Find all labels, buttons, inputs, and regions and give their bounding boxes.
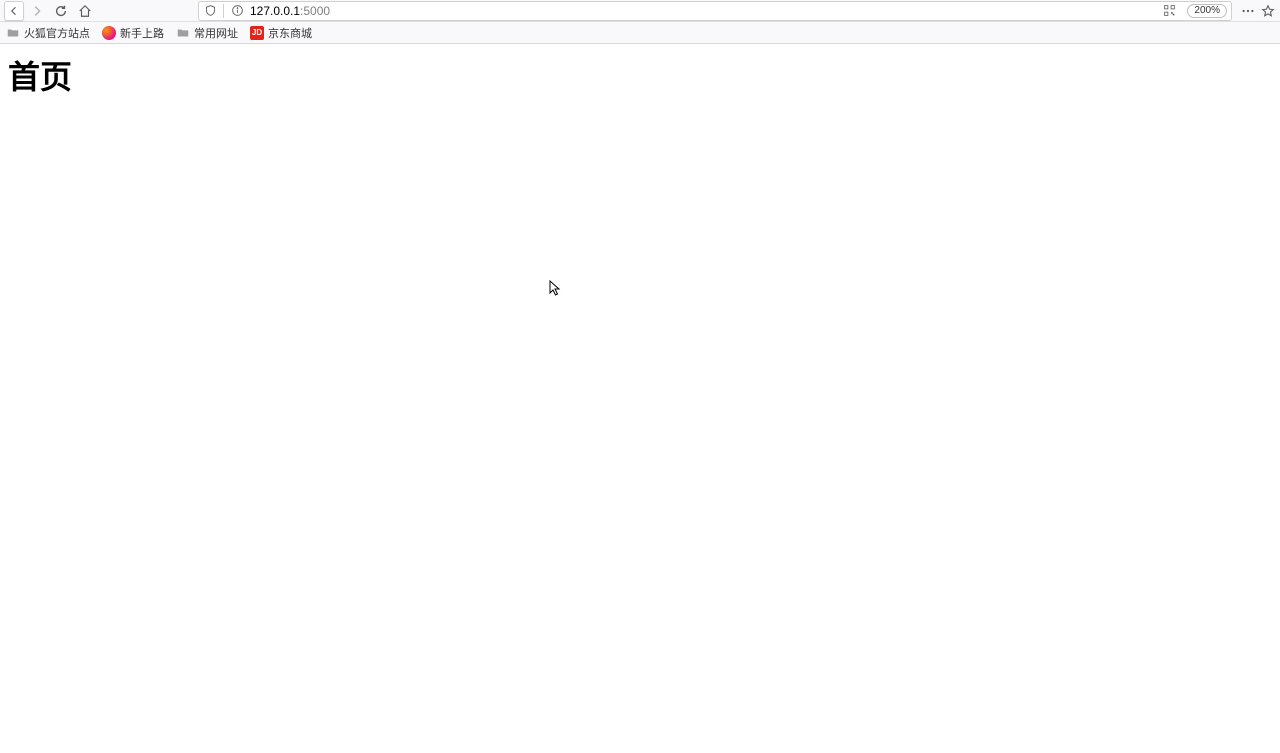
bookmark-label: 火狐官方站点 [24, 25, 90, 41]
page-actions-icon[interactable] [1240, 3, 1256, 19]
url-bar[interactable]: 127.0.0.1:5000 200% [198, 1, 1232, 21]
bookmark-item-jd[interactable]: JD 京东商城 [248, 25, 314, 41]
bookmarks-bar: 火狐官方站点 新手上路 常用网址 JD 京东商城 [0, 22, 1280, 44]
page-heading: 首页 [8, 52, 1272, 98]
right-controls [1240, 3, 1276, 19]
qr-icon[interactable] [1163, 4, 1177, 18]
url-host: 127.0.0.1 [250, 4, 300, 18]
bookmark-item-getting-started[interactable]: 新手上路 [100, 25, 166, 41]
info-icon[interactable] [230, 4, 244, 18]
back-button[interactable] [4, 1, 24, 21]
home-button[interactable] [74, 1, 96, 21]
bookmark-item-common-sites[interactable]: 常用网址 [174, 25, 240, 41]
bookmark-star-icon[interactable] [1260, 3, 1276, 19]
url-text: 127.0.0.1:5000 [250, 4, 1157, 18]
bookmark-item-firefox-official[interactable]: 火狐官方站点 [4, 25, 92, 41]
bookmark-label: 常用网址 [194, 25, 238, 41]
reload-button[interactable] [50, 1, 72, 21]
url-port: :5000 [300, 4, 330, 18]
nav-toolbar: 127.0.0.1:5000 200% [0, 0, 1280, 22]
forward-button [26, 1, 48, 21]
bookmark-label: 京东商城 [268, 25, 312, 41]
firefox-icon [102, 26, 116, 40]
folder-icon [176, 26, 190, 40]
folder-icon [6, 26, 20, 40]
shield-icon[interactable] [203, 4, 217, 18]
zoom-badge[interactable]: 200% [1187, 4, 1227, 18]
cursor-icon [549, 280, 563, 298]
divider [223, 4, 224, 18]
bookmark-label: 新手上路 [120, 25, 164, 41]
page-content: 首页 [0, 44, 1280, 106]
jd-icon: JD [250, 26, 264, 40]
